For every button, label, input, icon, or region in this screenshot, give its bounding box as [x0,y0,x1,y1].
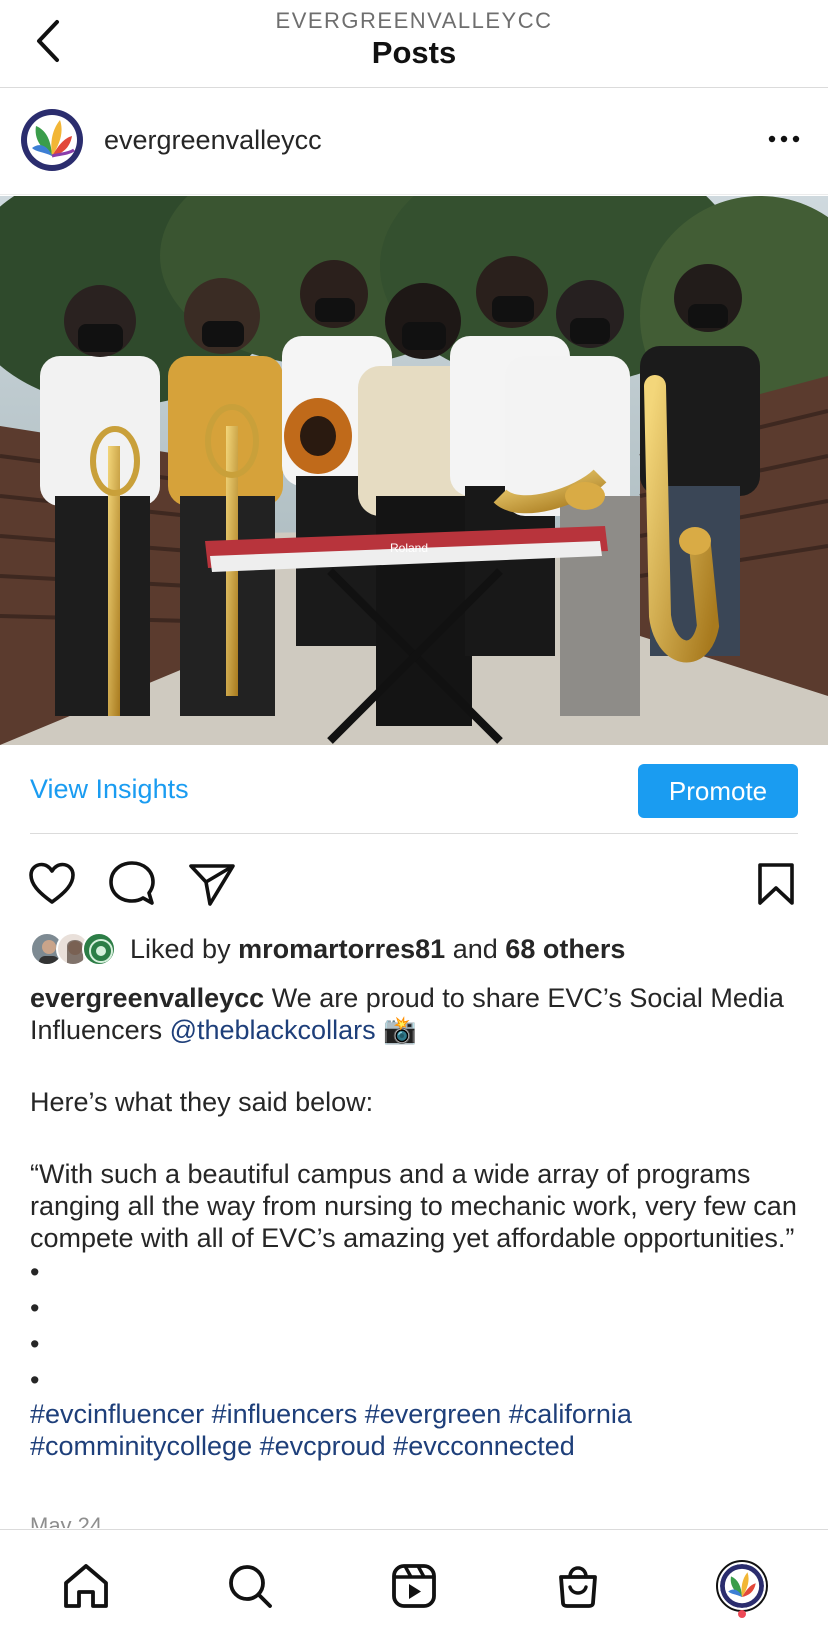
caption-bullet: • [30,1365,40,1395]
account-subtitle: EVERGREENVALLEYCC [275,8,553,33]
college-logo-icon [720,1564,764,1608]
home-icon [64,1564,108,1608]
comment-button[interactable] [106,858,158,910]
likes-others[interactable]: 68 others [505,934,625,964]
nav-home[interactable] [54,1554,118,1618]
college-logo-icon [21,109,83,171]
post-username[interactable]: evergreenvalleycc [104,125,322,156]
heart-icon [29,862,75,904]
notification-dot [738,1610,746,1618]
nav-shop[interactable] [546,1554,610,1618]
page-title: Posts [371,35,457,70]
post-header: evergreenvalleycc [0,89,828,195]
caption-author[interactable]: evergreenvalleycc [30,983,264,1013]
share-button[interactable] [186,858,238,910]
liker-avatars[interactable] [30,932,120,968]
comment-icon [109,861,155,905]
insights-row: View Insights Promote [0,746,828,834]
view-insights-link[interactable]: View Insights [30,774,189,805]
liker-username[interactable]: mromartorres81 [238,934,445,964]
likes-conjunction: and [452,934,498,964]
nav-search[interactable] [218,1554,282,1618]
hashtags-line[interactable]: #comminitycollege #evcproud #evcconnecte… [30,1430,800,1462]
post-photo[interactable]: Roland [0,196,828,745]
bookmark-icon [758,863,794,905]
send-icon [189,864,235,906]
keyboard-brand: Roland [390,541,428,555]
mention-link[interactable]: @theblackcollars [170,1015,376,1045]
caption-bullet: • [30,1329,40,1359]
profile-avatar[interactable] [20,108,84,172]
post-caption: evergreenvalleycc We are proud to share … [30,982,800,1462]
divider [30,833,798,834]
caption-bullet: • [30,1257,40,1287]
save-button[interactable] [750,858,802,910]
caption-first-line: evergreenvalleycc We are proud to share … [30,982,800,1046]
band-photo-image: Roland [0,196,828,745]
more-options-button[interactable] [762,119,806,159]
caption-bullet: • [30,1293,40,1323]
like-button[interactable] [26,858,78,910]
hashtags-line[interactable]: #evcinfluencer #influencers #evergreen #… [30,1398,800,1430]
reels-icon [392,1564,436,1608]
nav-profile[interactable] [710,1554,774,1618]
nav-reels[interactable] [382,1554,446,1618]
bottom-nav [0,1529,828,1651]
caption-emoji: 📸 [375,1015,417,1045]
caption-line: Here’s what they said below: [30,1087,374,1117]
post-date: May 24 [30,1513,103,1528]
search-icon [229,1565,272,1608]
more-dots-icon [768,135,800,143]
likes-summary[interactable]: Liked by mromartorres81 and 68 others [130,934,625,965]
promote-button[interactable]: Promote [638,764,798,818]
shop-icon [559,1566,597,1608]
top-bar: EVERGREENVALLEYCC Posts [0,0,828,88]
profile-avatar-small [716,1560,768,1612]
caption-quote: “With such a beautiful campus and a wide… [30,1159,797,1253]
liker-avatar [82,932,116,966]
likes-prefix: Liked by [130,934,231,964]
